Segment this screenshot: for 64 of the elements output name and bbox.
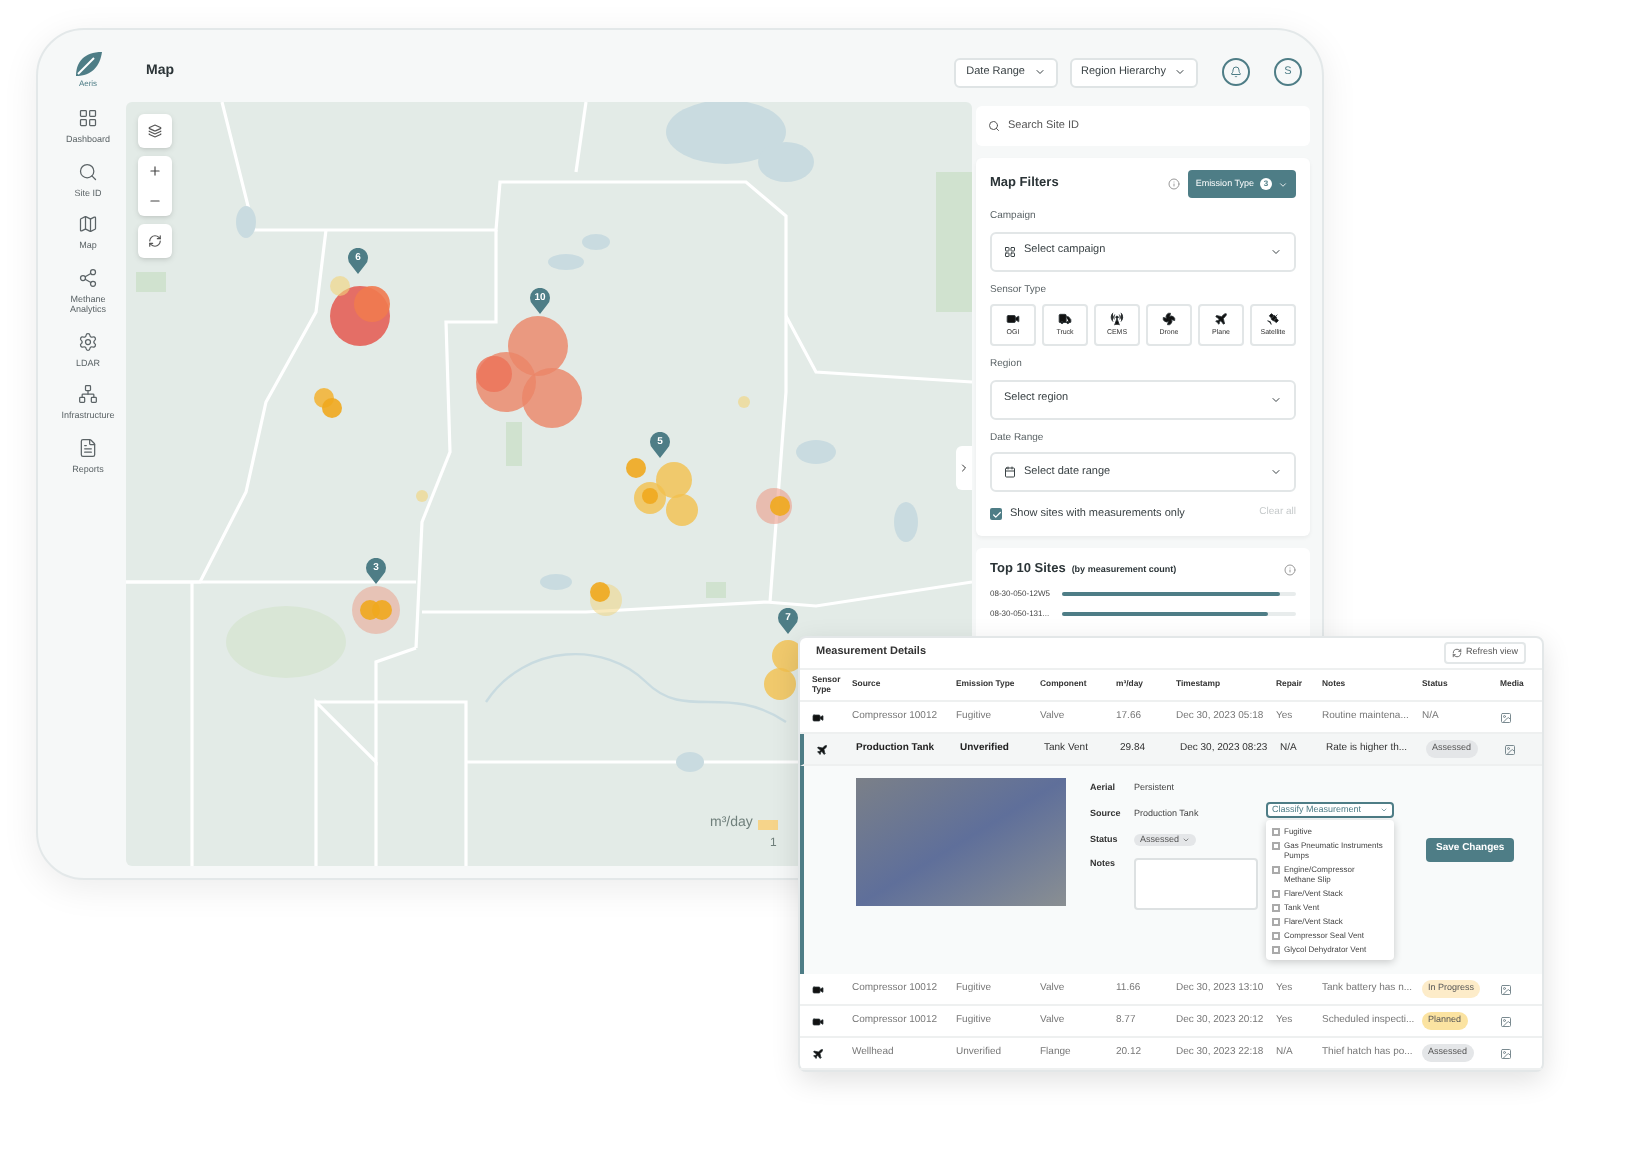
video-camera-icon — [812, 711, 824, 723]
image-icon[interactable] — [1500, 711, 1512, 723]
grid-icon — [78, 108, 98, 128]
lake — [796, 440, 836, 464]
calendar-icon — [1004, 466, 1016, 478]
chevron-down-icon — [1270, 466, 1282, 478]
chevron-down-icon — [1278, 179, 1288, 189]
chevron-down-icon — [1270, 245, 1282, 257]
emission-bubble — [416, 490, 428, 502]
emission-bubble — [522, 368, 582, 428]
image-icon[interactable] — [1500, 983, 1512, 995]
search-icon — [988, 120, 1000, 132]
chevron-down-icon — [1174, 66, 1186, 78]
chevron-right-icon — [958, 462, 970, 474]
lake — [676, 752, 704, 772]
plus-icon — [148, 164, 162, 178]
lake — [894, 502, 918, 542]
emission-bubble — [738, 396, 750, 408]
checkbox[interactable] — [990, 508, 1002, 521]
layers-button[interactable] — [138, 114, 172, 148]
lake — [236, 206, 256, 238]
network-icon — [78, 384, 98, 404]
plane-icon — [812, 1047, 824, 1059]
refresh-icon — [148, 234, 162, 248]
bell-icon — [1230, 66, 1242, 78]
park-area — [506, 422, 522, 466]
park-area — [706, 582, 726, 598]
lake — [582, 234, 610, 250]
radio-tower-icon — [1110, 312, 1124, 327]
video-camera-icon — [812, 983, 824, 995]
plane-icon — [816, 743, 828, 755]
leaf-logo-icon — [72, 50, 104, 78]
lake — [548, 254, 584, 270]
emission-bubble — [666, 494, 698, 526]
chevron-down-icon — [1033, 66, 1045, 78]
refresh-icon — [1451, 648, 1462, 658]
chevron-down-icon — [1270, 393, 1282, 405]
video-camera-icon — [1006, 312, 1020, 327]
info-icon — [1284, 564, 1296, 577]
notification-button[interactable] — [1222, 58, 1250, 86]
search-icon — [78, 161, 98, 181]
fan-icon — [1162, 312, 1176, 327]
lake — [540, 574, 572, 590]
map-icon — [78, 214, 98, 234]
layers-icon — [148, 124, 162, 138]
gear-icon — [78, 331, 98, 351]
park-area — [136, 272, 166, 292]
nodes-icon — [78, 267, 98, 287]
emission-bubble — [764, 668, 796, 700]
park-area — [936, 172, 972, 312]
image-icon[interactable] — [1504, 743, 1516, 755]
info-icon — [1167, 178, 1180, 190]
image-icon[interactable] — [1500, 1047, 1512, 1059]
legend-swatch — [758, 819, 779, 830]
truck-icon — [1058, 312, 1072, 327]
grid-icon — [1004, 245, 1016, 257]
video-camera-icon — [812, 1015, 824, 1027]
document-icon — [78, 437, 98, 457]
notes-input[interactable] — [1134, 858, 1258, 911]
satellite-icon — [1266, 312, 1280, 327]
reset-button[interactable] — [138, 224, 172, 258]
minus-icon — [148, 194, 162, 208]
plane-icon — [1214, 312, 1228, 327]
image-icon[interactable] — [1500, 1015, 1512, 1027]
